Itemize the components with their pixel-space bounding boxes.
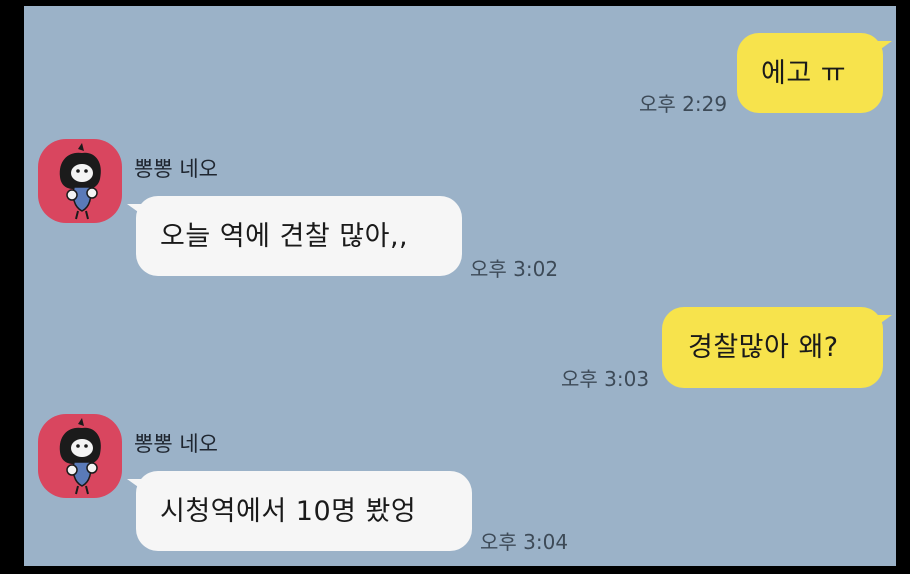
sender-avatar[interactable]: [38, 414, 122, 498]
my-message-bubble[interactable]: 경찰많아 왜?: [662, 307, 892, 388]
their-message-bubble[interactable]: 오늘 역에 견찰 많아,,: [127, 196, 462, 276]
sender-avatar[interactable]: [38, 139, 122, 223]
neo-character-icon: [59, 143, 101, 220]
neo-character-icon: [59, 418, 101, 495]
message-time: 오후 3:02: [470, 257, 559, 281]
message-time: 오후 3:04: [480, 530, 569, 554]
chat-room[interactable]: 오후 2:29 에고 ㅠ 뽕뽕 네오 오늘 역에 견찰 많아,, 오후 3:02…: [24, 6, 896, 566]
sender-name: 뽕뽕 네오: [134, 157, 218, 181]
message-time: 오후 2:29: [639, 92, 728, 116]
my-message-bubble[interactable]: 에고 ㅠ: [737, 33, 892, 113]
sender-name: 뽕뽕 네오: [134, 432, 218, 456]
their-message-bubble[interactable]: 시청역에서 10명 봤엉: [127, 471, 472, 551]
message-time: 오후 3:03: [561, 367, 650, 391]
